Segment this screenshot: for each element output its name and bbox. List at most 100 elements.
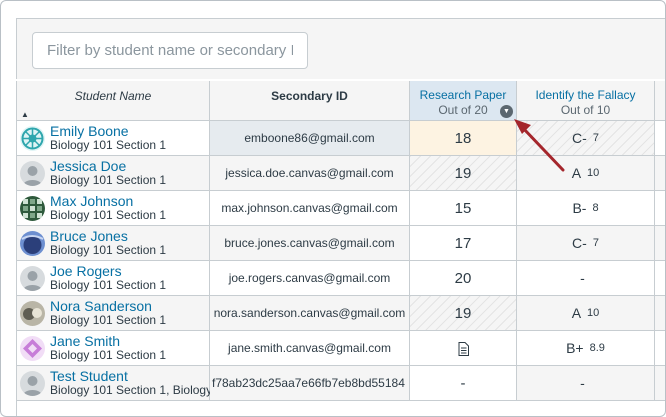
student-section: Biology 101 Section 1 (50, 313, 167, 327)
document-icon (458, 342, 469, 357)
identify-the-fallacy-grade-cell[interactable]: A 10 (517, 296, 655, 331)
student-cell[interactable]: Test Student Biology 101 Section 1, Biol… (17, 366, 213, 401)
secondary-id-cell: joe.rogers.canvas@gmail.com (210, 261, 410, 296)
student-cell[interactable]: Nora Sanderson Biology 101 Section 1 (17, 296, 210, 331)
student-section: Biology 101 Section 1 (50, 173, 167, 187)
secondary-id-header-label: Secondary ID (271, 89, 348, 103)
student-cell[interactable]: Joe Rogers Biology 101 Section 1 (17, 261, 210, 296)
research-paper-grade-cell[interactable]: 20 (410, 261, 517, 296)
research-paper-grade-cell[interactable]: 19 (410, 296, 517, 331)
table-row: Jessica Doe Biology 101 Section 1 jessic… (17, 156, 665, 191)
table-row: Max Johnson Biology 101 Section 1 max.jo… (17, 191, 665, 226)
overflow-cell (655, 121, 665, 156)
grade-letter: - (580, 270, 585, 286)
grade-points: 8 (592, 202, 599, 214)
gradebook-window: Student Name ▲ Secondary ID Research Pap… (0, 0, 666, 417)
assignment-name[interactable]: Identify the Fallacy (517, 88, 654, 103)
column-header-secondary-id[interactable]: Secondary ID (210, 81, 410, 121)
student-cell[interactable]: Jane Smith Biology 101 Section 1 (17, 331, 210, 366)
student-section: Biology 101 Section 1 (50, 243, 167, 257)
research-paper-grade-cell[interactable]: 15 (410, 191, 517, 226)
overflow-cell (655, 261, 665, 296)
table-row: Joe Rogers Biology 101 Section 1 joe.rog… (17, 261, 665, 296)
overflow-cell (655, 296, 665, 331)
avatar[interactable] (20, 126, 45, 151)
grade-points: 10 (587, 307, 600, 319)
column-header-overflow (655, 81, 665, 121)
table-row: Emily Boone Biology 101 Section 1 emboon… (17, 121, 665, 156)
research-paper-grade-cell[interactable] (410, 331, 517, 366)
column-header-student-name[interactable]: Student Name ▲ (17, 81, 210, 121)
avatar[interactable] (20, 371, 45, 396)
grade-points: 7 (592, 132, 599, 144)
grade-letter: B- (572, 200, 587, 216)
student-section: Biology 101 Section 1, Biology (50, 383, 213, 397)
sort-ascending-icon[interactable]: ▲ (21, 111, 29, 119)
student-section: Biology 101 Section 1 (50, 278, 167, 292)
table-row: Nora Sanderson Biology 101 Section 1 nor… (17, 296, 665, 331)
column-header-identify-the-fallacy[interactable]: Identify the Fallacy Out of 10 (517, 81, 655, 121)
assignment-points-possible: Out of 10 (560, 103, 611, 117)
table-row: Bruce Jones Biology 101 Section 1 bruce.… (17, 226, 665, 261)
student-name-link[interactable]: Emily Boone (50, 124, 129, 139)
grade-points: 8.9 (589, 342, 605, 354)
identify-the-fallacy-grade-cell[interactable]: B+ 8.9 (517, 331, 655, 366)
column-header-research-paper[interactable]: Research Paper Out of 20 ▼ (410, 81, 517, 121)
gradebook-grid: Student Name ▲ Secondary ID Research Pap… (16, 81, 665, 416)
student-section: Biology 101 Section 1 (50, 348, 167, 362)
grade-letter: A (571, 305, 582, 321)
student-name-link[interactable]: Jane Smith (50, 334, 120, 349)
column-options-menu-icon[interactable]: ▼ (500, 105, 513, 118)
grade-letter: C- (572, 130, 587, 146)
secondary-id-cell: nora.sanderson.canvas@gmail.com (210, 296, 410, 331)
grade-points: 7 (592, 237, 599, 249)
identify-the-fallacy-grade-cell[interactable]: B- 8 (517, 191, 655, 226)
identify-the-fallacy-grade-cell[interactable]: - (517, 366, 655, 401)
student-name-link[interactable]: Bruce Jones (50, 229, 128, 244)
identify-the-fallacy-grade-cell[interactable]: C- 7 (517, 121, 655, 156)
secondary-id-cell: f78ab23dc25aa7e66fb7eb8bd55184 (210, 366, 410, 401)
student-cell[interactable]: Bruce Jones Biology 101 Section 1 (17, 226, 210, 261)
student-name-link[interactable]: Jessica Doe (50, 159, 126, 174)
avatar[interactable] (20, 266, 45, 291)
secondary-id-cell: bruce.jones.canvas@gmail.com (210, 226, 410, 261)
student-name-link[interactable]: Max Johnson (50, 194, 133, 209)
student-filter-input[interactable] (32, 32, 308, 69)
avatar[interactable] (20, 231, 45, 256)
secondary-id-cell: max.johnson.canvas@gmail.com (210, 191, 410, 226)
student-cell[interactable]: Max Johnson Biology 101 Section 1 (17, 191, 210, 226)
secondary-id-cell: jessica.doe.canvas@gmail.com (210, 156, 410, 191)
student-name-link[interactable]: Nora Sanderson (50, 299, 152, 314)
research-paper-grade-cell[interactable]: 17 (410, 226, 517, 261)
student-name-link[interactable]: Joe Rogers (50, 264, 122, 279)
grade-points: 10 (587, 167, 600, 179)
assignment-name[interactable]: Research Paper (410, 88, 516, 103)
overflow-cell (655, 331, 665, 366)
student-cell[interactable]: Emily Boone Biology 101 Section 1 (17, 121, 210, 156)
avatar[interactable] (20, 301, 45, 326)
avatar[interactable] (20, 196, 45, 221)
identify-the-fallacy-grade-cell[interactable]: C- 7 (517, 226, 655, 261)
research-paper-grade-cell[interactable]: - (410, 366, 517, 401)
avatar[interactable] (20, 336, 45, 361)
table-row: Test Student Biology 101 Section 1, Biol… (17, 366, 665, 401)
grade-letter: A (571, 165, 582, 181)
identify-the-fallacy-grade-cell[interactable]: A 10 (517, 156, 655, 191)
overflow-cell (655, 226, 665, 261)
student-section: Biology 101 Section 1 (50, 208, 167, 222)
grade-letter: - (580, 375, 585, 391)
student-name-link[interactable]: Test Student (50, 369, 128, 384)
overflow-cell (655, 366, 665, 401)
student-name-header-label: Student Name (74, 89, 152, 103)
grade-letter: B+ (566, 340, 584, 356)
table-row: Jane Smith Biology 101 Section 1 jane.sm… (17, 331, 665, 366)
identify-the-fallacy-grade-cell[interactable]: - (517, 261, 655, 296)
research-paper-grade-cell[interactable]: 18 (410, 121, 517, 156)
secondary-id-cell: emboone86@gmail.com (210, 121, 410, 156)
student-cell[interactable]: Jessica Doe Biology 101 Section 1 (17, 156, 210, 191)
grade-letter: C- (572, 235, 587, 251)
secondary-id-cell: jane.smith.canvas@gmail.com (210, 331, 410, 366)
research-paper-grade-cell[interactable]: 19 (410, 156, 517, 191)
student-rows: Emily Boone Biology 101 Section 1 emboon… (17, 121, 665, 401)
avatar[interactable] (20, 161, 45, 186)
